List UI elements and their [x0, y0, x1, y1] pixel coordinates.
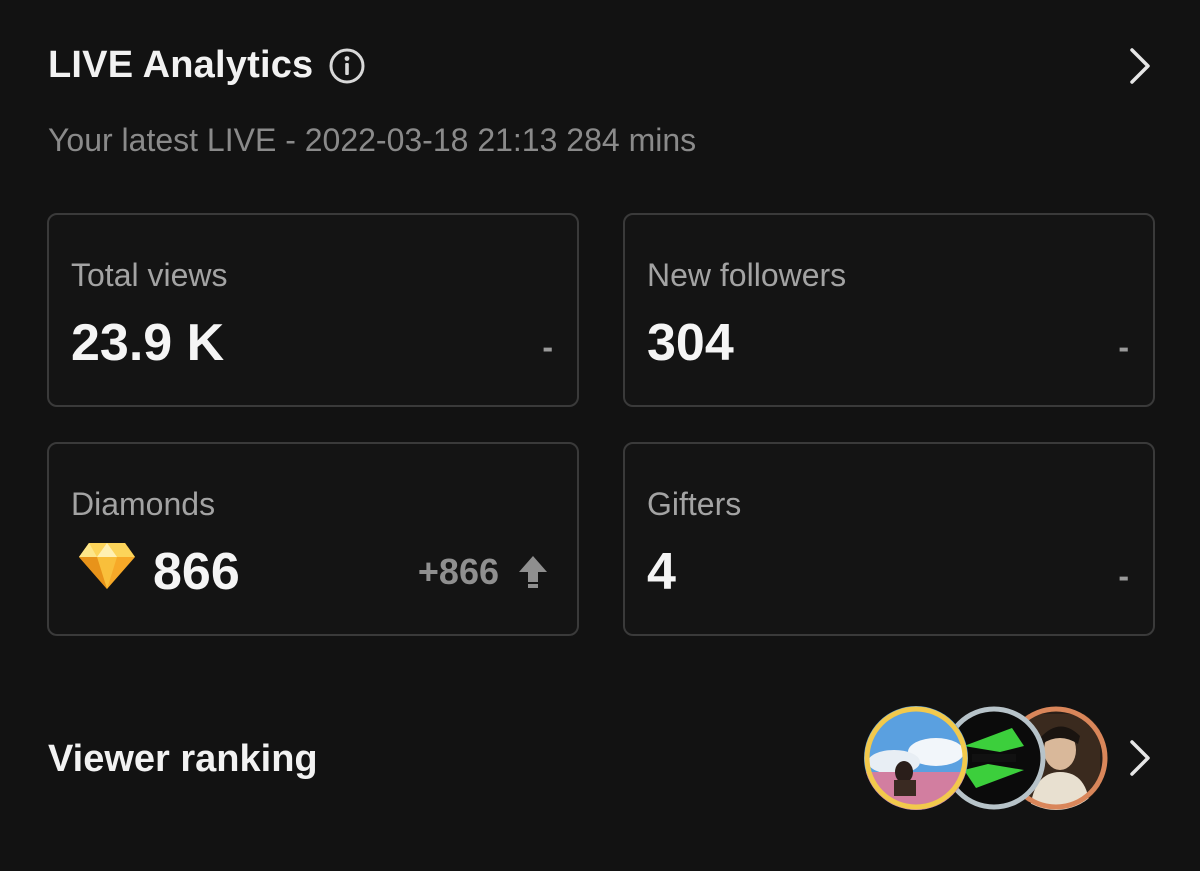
stat-change: - — [1118, 558, 1129, 594]
page-title: LIVE Analytics — [48, 44, 314, 86]
stat-card-total-views[interactable]: Total views 23.9 K - — [47, 213, 579, 407]
stat-card-diamonds[interactable]: Diamonds 866 +866 — [47, 442, 579, 636]
diamond-icon — [79, 543, 135, 589]
stat-value: 866 — [153, 543, 240, 601]
info-icon[interactable] — [329, 48, 365, 84]
latest-live-subtitle: Your latest LIVE - 2022-03-18 21:13 284 … — [48, 122, 697, 158]
live-analytics-page: LIVE Analytics Your latest LIVE - 2022-0… — [0, 0, 1200, 871]
arrow-up-icon — [519, 556, 547, 588]
avatar-rank-1[interactable] — [864, 706, 968, 810]
stat-label: Gifters — [647, 486, 742, 522]
analytics-chevron-right-icon[interactable] — [1122, 44, 1158, 88]
viewer-ranking-avatars[interactable] — [864, 706, 1108, 810]
viewer-ranking-label[interactable]: Viewer ranking — [48, 738, 318, 781]
stat-change: +866 — [417, 551, 499, 592]
stat-value: 4 — [647, 543, 676, 601]
header: LIVE Analytics — [48, 44, 365, 87]
stat-change-up: +866 — [418, 551, 549, 593]
stat-value: 304 — [647, 314, 734, 372]
stat-change: - — [1118, 329, 1129, 365]
stat-label: New followers — [647, 257, 847, 293]
stat-label: Diamonds — [71, 486, 216, 522]
stat-card-gifters[interactable]: Gifters 4 - — [623, 442, 1155, 636]
stat-label: Total views — [71, 257, 228, 293]
stat-change: - — [542, 329, 553, 365]
ranking-chevron-right-icon[interactable] — [1124, 736, 1156, 780]
stat-card-new-followers[interactable]: New followers 304 - — [623, 213, 1155, 407]
stat-value: 23.9 K — [71, 314, 225, 372]
